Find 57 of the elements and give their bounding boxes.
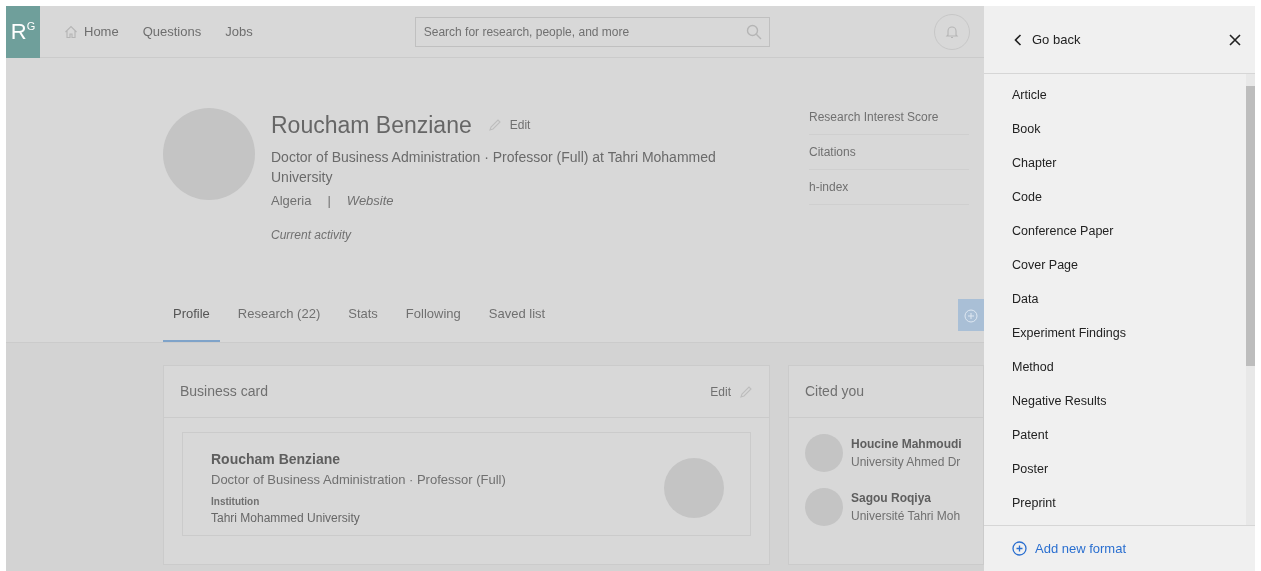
format-option[interactable]: Book bbox=[984, 112, 1246, 146]
format-option[interactable]: Cover Page bbox=[984, 248, 1246, 282]
edit-link[interactable]: Edit bbox=[710, 382, 731, 401]
format-option[interactable]: Article bbox=[984, 78, 1246, 112]
profile-name: Roucham Benziane bbox=[271, 111, 472, 140]
logo[interactable]: R$^{G}$ bbox=[6, 6, 40, 58]
person-name: Roucham Benziane bbox=[211, 450, 342, 469]
format-option[interactable]: Negative Results bbox=[984, 384, 1246, 418]
person-headline: Doctor of Business Administration · Professor (Full) bbox=[211, 471, 506, 489]
edit-link[interactable]: Edit bbox=[509, 116, 531, 135]
format-option[interactable]: Experiment Findings bbox=[984, 316, 1246, 350]
format-option[interactable]: Data bbox=[984, 282, 1246, 316]
format-option[interactable]: Method bbox=[984, 350, 1246, 384]
affiliation-text: University Ahmed Dr bbox=[851, 454, 962, 471]
website-link[interactable]: Website bbox=[346, 190, 394, 210]
stat-label: h-index bbox=[809, 178, 969, 205]
add-button[interactable] bbox=[958, 299, 984, 331]
format-option[interactable]: Chapter bbox=[984, 146, 1246, 180]
tab[interactable]: Research (22) bbox=[227, 288, 331, 342]
chevron-left-icon bbox=[1014, 33, 1022, 46]
person-name[interactable]: Sagou Roqiya bbox=[851, 489, 961, 507]
nav-link-item[interactable]: Questions bbox=[142, 21, 202, 42]
format-option[interactable]: Preprint bbox=[984, 486, 1246, 520]
scrollbar[interactable] bbox=[1246, 74, 1255, 525]
tab[interactable]: Following bbox=[395, 288, 471, 342]
pencil-icon[interactable] bbox=[739, 384, 753, 399]
stat-label: Citations bbox=[809, 143, 969, 170]
location-text: Algeria bbox=[271, 191, 312, 210]
nav-link-item[interactable]: Home bbox=[64, 21, 119, 42]
institution-name: Tahri Mohammed University bbox=[211, 509, 361, 527]
plus-circle-icon bbox=[1012, 541, 1027, 556]
stat-label: Research Interest Score bbox=[809, 108, 969, 135]
affiliation-text: Université Tahri Moh bbox=[851, 508, 961, 525]
institution-label: Institution bbox=[211, 494, 261, 509]
search-field[interactable]: Search for research, people, and more bbox=[414, 16, 770, 47]
search-icon[interactable] bbox=[745, 23, 762, 40]
go-back-button[interactable]: Go back bbox=[1014, 29, 1081, 50]
nav-link-item[interactable]: Jobs bbox=[225, 21, 253, 42]
profile-headline: Doctor of Business Administration · Professor (Full) at Tahri Mohammed University bbox=[271, 147, 717, 187]
person-name[interactable]: Houcine Mahmoudi bbox=[851, 435, 962, 453]
tab[interactable]: Saved list bbox=[478, 288, 556, 342]
close-icon bbox=[1229, 34, 1241, 47]
add-format-link[interactable]: Add new format bbox=[1012, 538, 1127, 559]
format-option[interactable]: Poster bbox=[984, 452, 1246, 486]
format-option[interactable]: Conference Paper bbox=[984, 214, 1246, 248]
separator-text: | bbox=[327, 191, 331, 210]
pencil-icon[interactable] bbox=[487, 118, 502, 133]
format-option[interactable]: Code bbox=[984, 180, 1246, 214]
card-title: Business card bbox=[180, 382, 268, 401]
card-title: Cited you bbox=[805, 382, 865, 401]
plus-icon bbox=[964, 308, 978, 323]
tab[interactable]: Stats bbox=[338, 288, 388, 342]
current-activity-text: Current activity bbox=[271, 227, 353, 244]
format-option[interactable]: Patent bbox=[984, 418, 1246, 452]
bell-icon bbox=[945, 24, 959, 39]
tab[interactable]: Profile bbox=[163, 288, 220, 342]
home-icon bbox=[64, 24, 78, 39]
